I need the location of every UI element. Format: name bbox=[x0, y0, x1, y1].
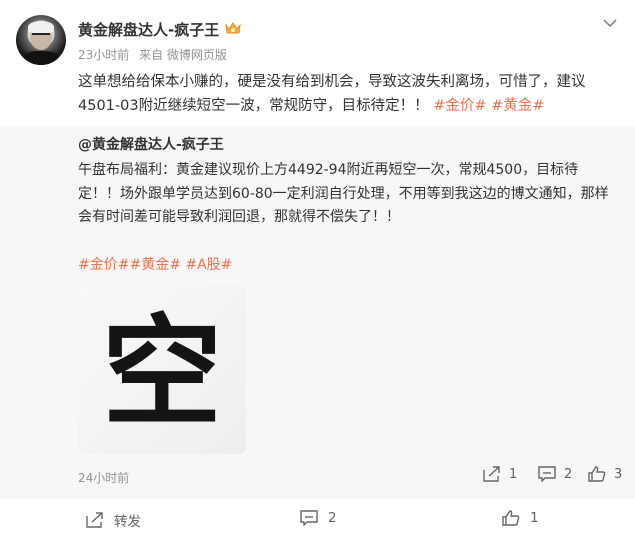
repost-share-count: 1 bbox=[509, 466, 518, 482]
comment-icon bbox=[300, 510, 318, 526]
weibo-post-card: 黄金解盘达人-疯子王 23小时前 来自 微博网页版 这单想给给保本小赚的，硬是没… bbox=[0, 0, 635, 535]
footer-share-button[interactable]: 转发 bbox=[86, 510, 141, 530]
share-icon bbox=[483, 466, 500, 482]
repost-like-count: 3 bbox=[614, 466, 623, 482]
repost-comment-count: 2 bbox=[564, 466, 573, 482]
footer-comment-count: 2 bbox=[328, 510, 337, 526]
post-body: 这单想给给保本小赚的，硬是没有给到机会，导致这波失利离场，可惜了，建议4501-… bbox=[78, 70, 613, 118]
hashtag-gold-price[interactable]: #金价# bbox=[433, 98, 486, 114]
calligraphy-image: 空 bbox=[102, 302, 222, 443]
reposted-post[interactable]: @黄金解盘达人-疯子王 午盘布局福利：黄金建议现价上方4492-94附近再短空一… bbox=[0, 126, 635, 499]
post-time[interactable]: 23小时前 bbox=[78, 48, 129, 62]
footer-comment-button[interactable]: 2 bbox=[300, 510, 337, 526]
chevron-down-icon[interactable] bbox=[603, 18, 617, 28]
repost-like-button[interactable]: 3 bbox=[588, 466, 622, 482]
repost-time[interactable]: 24小时前 bbox=[78, 469, 129, 486]
hashtag-gold[interactable]: #黄金# bbox=[491, 98, 544, 114]
repost-text: 午盘布局福利：黄金建议现价上方4492-94附近再短空一次，常规4500，目标待… bbox=[78, 162, 609, 225]
calligraphy-char: 空 bbox=[102, 302, 222, 443]
repost-author[interactable]: @黄金解盘达人-疯子王 bbox=[78, 134, 224, 154]
author-name[interactable]: 黄金解盘达人-疯子王 bbox=[78, 19, 219, 40]
footer-like-count: 1 bbox=[530, 510, 539, 526]
repost-comment-button[interactable]: 2 bbox=[538, 466, 572, 482]
thumbs-up-icon bbox=[588, 466, 606, 482]
repost-image[interactable]: 空 bbox=[78, 286, 246, 454]
avatar[interactable] bbox=[16, 15, 66, 65]
comment-icon bbox=[538, 466, 556, 482]
vip-crown-icon[interactable] bbox=[224, 20, 242, 36]
footer-share-label: 转发 bbox=[114, 514, 141, 530]
repost-share-button[interactable]: 1 bbox=[483, 466, 517, 482]
share-icon bbox=[86, 512, 103, 528]
thumbs-up-icon bbox=[502, 510, 520, 526]
footer-like-button[interactable]: 1 bbox=[502, 510, 539, 526]
post-meta: 23小时前 来自 微博网页版 bbox=[78, 46, 233, 63]
repost-hashtags[interactable]: #金价##黄金# #A股# bbox=[78, 254, 232, 274]
post-source: 来自 微博网页版 bbox=[139, 48, 227, 62]
